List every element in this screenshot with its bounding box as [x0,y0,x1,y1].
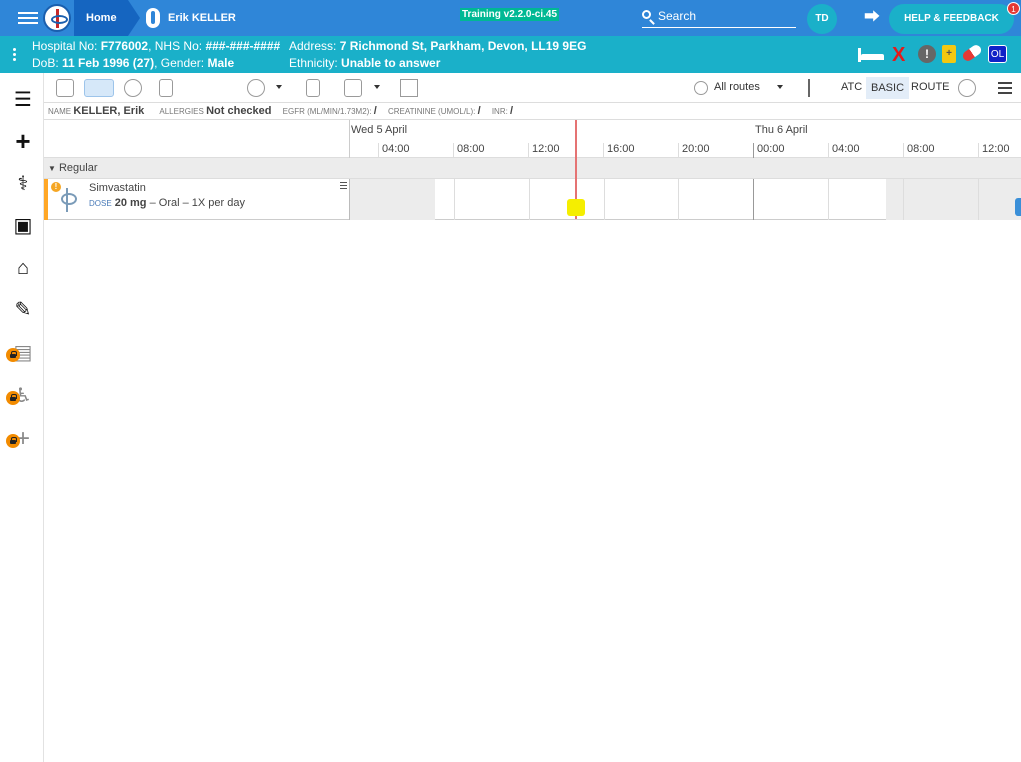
row-status-stripe [44,179,48,220]
main-menu-icon[interactable] [18,9,38,27]
timeline-header: Wed 5 April Thu 6 April 04:00 08:00 12:0… [44,120,1021,158]
group-label: Regular [58,162,98,174]
warning-icon[interactable]: ! [51,182,61,192]
stethoscope-icon[interactable]: ⚕ [12,173,34,195]
ol-badge[interactable]: OL [988,45,1007,63]
routes-select[interactable]: All routes [714,81,760,93]
clipboard-locked-icon[interactable]: ▤ [6,342,34,364]
notification-badge: 1 [1007,2,1020,15]
breadcrumb-home[interactable]: Home [74,0,140,36]
chevron-down-icon[interactable] [276,85,282,89]
top-bar: Home Erik KELLER Training v2.2.0-ci.45 S… [0,0,1021,36]
toolbar-menu-icon[interactable] [998,82,1012,97]
hospital-number: Hospital No: F776002, NHS No: ###-###-##… [32,39,281,53]
side-panel-tab[interactable] [1015,198,1021,216]
add-locked-icon[interactable]: + [6,427,34,451]
pill-round-icon[interactable] [124,79,142,97]
print-icon[interactable] [344,79,362,97]
clipboard-icon[interactable]: + [942,45,956,63]
allergy-status: Not checked [206,105,272,117]
day-label: Wed 5 April [351,124,408,136]
medication-icon [58,188,77,212]
chevron-down-icon[interactable] [777,85,783,89]
medication-row[interactable]: ! Simvastatin DOSE 20 mg – Oral – 1X per… [44,179,1021,220]
group-header-regular[interactable]: ▼ Regular [44,158,1021,179]
basic-view-button[interactable]: BASIC [866,77,910,99]
app-logo-icon[interactable] [43,4,71,32]
add-record-icon[interactable] [306,79,320,97]
time-tick: 08:00 [453,143,485,158]
administer-icon[interactable] [84,79,114,97]
walking-locked-icon[interactable]: ♿ [6,385,34,407]
patient-info-bar: NAME KELLER, Erik ALLERGIES Not checked … [44,103,1021,120]
lock-icon [6,434,20,448]
time-tick: 12:00 [528,143,560,158]
atc-view-button[interactable]: ATC [841,81,862,93]
patient-address: Address: 7 Richmond St, Parkham, Devon, … [289,39,587,53]
time-tick: 00:00 [753,143,785,158]
home-icon[interactable]: ⌂ [12,257,34,279]
group-icon[interactable] [958,79,976,97]
list-icon[interactable]: ☰ [12,89,34,111]
camera-icon[interactable]: ▣ [12,215,34,237]
medication-name[interactable]: Simvastatin [89,182,146,194]
time-tick: 08:00 [903,143,935,158]
breadcrumb-patient[interactable]: Erik KELLER [168,0,236,36]
chevron-down-icon[interactable] [374,85,380,89]
lock-icon [6,391,20,405]
chart-view-icon[interactable] [56,79,74,97]
lock-icon [6,348,20,362]
logout-icon[interactable]: ⮕ [864,10,882,26]
warning-icon[interactable] [400,79,418,97]
chart-toolbar: All routes ATC BASIC ROUTE [44,73,1021,103]
patient-dob: DoB: 11 Feb 1996 (27), Gender: Male [32,56,235,70]
bed-icon[interactable] [858,48,886,62]
add-icon[interactable]: + [12,128,34,154]
chart-edit-icon[interactable]: ✎ [12,299,34,321]
left-nav: ☰ + ⚕ ▣ ⌂ ✎ ▤ ♿ + [0,73,44,762]
timeline-grid [349,179,1021,220]
document-icon[interactable] [159,79,173,97]
time-tick: 04:00 [378,143,410,158]
scheduled-dose-marker[interactable] [567,199,585,216]
time-tick: 12:00 [978,143,1010,158]
no-allergy-check-icon[interactable]: X [892,45,905,65]
search-label: Search [658,9,697,23]
add-medication-icon[interactable] [247,79,265,97]
sort-icon[interactable] [808,79,822,97]
time-tick: 20:00 [678,143,710,158]
routes-icon [694,81,708,95]
row-menu-icon[interactable] [340,182,347,191]
patient-ethnicity: Ethnicity: Unable to answer [289,56,441,70]
time-tick: 04:00 [828,143,860,158]
time-tick: 16:00 [603,143,635,158]
patient-name: KELLER, Erik [73,105,145,117]
user-avatar[interactable]: TD [807,4,837,34]
more-options-icon[interactable] [13,48,16,61]
alert-icon[interactable]: ! [918,45,936,63]
training-version-badge: Training v2.2.0-ci.45 [460,8,560,21]
help-feedback-button[interactable]: HELP & FEEDBACK [889,4,1014,34]
day-label: Thu 6 April [755,124,808,136]
medication-dose: DOSE 20 mg – Oral – 1X per day [89,197,245,209]
search-icon [642,10,651,19]
route-view-button[interactable]: ROUTE [911,81,950,93]
patient-icon [146,8,160,28]
search-field[interactable]: Search [642,5,796,28]
caret-down-icon: ▼ [48,164,56,173]
